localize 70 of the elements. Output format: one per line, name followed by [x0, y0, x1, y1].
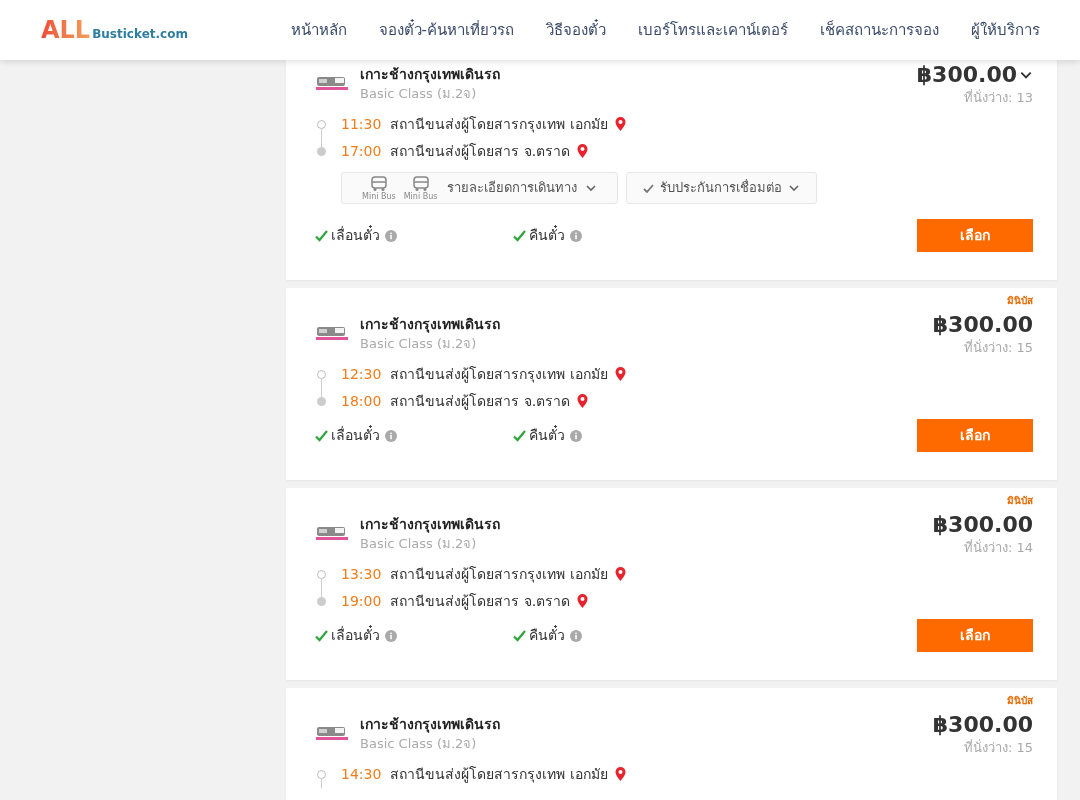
info-icon[interactable]	[570, 629, 582, 642]
connection-guarantee-dropdown[interactable]: รับประกันการเชื่อมต่อ	[626, 172, 818, 204]
info-icon[interactable]	[385, 229, 397, 242]
available-seats: ที่นั่งว่าง: 15	[963, 339, 1033, 357]
info-icon[interactable]	[385, 429, 397, 442]
station-name: สถานีขนส่งผู้โดยสารกรุงเทพ เอกมัย	[390, 565, 608, 585]
connection-guarantee-label: รับประกันการเชื่อมต่อ	[660, 178, 783, 198]
price: ฿300.00	[932, 311, 1033, 339]
bus-class: Basic Class (ม.2จ)	[360, 85, 478, 103]
station-name: สถานีขนส่งผู้โดยสาร จ.ตราด	[390, 392, 571, 412]
bus-class: Basic Class (ม.2จ)	[360, 535, 478, 553]
bus-logo-icon	[315, 75, 349, 93]
feature-label: คืนตั๋ว	[529, 225, 565, 245]
map-pin-icon[interactable]	[576, 393, 590, 410]
operator-name: เกาะช้างกรุงเทพเดินรถ	[360, 715, 500, 734]
station-name: สถานีขนส่งผู้โดยสารกรุงเทพ เอกมัย	[390, 115, 608, 135]
trip-details-dropdown[interactable]: Mini Bus Mini Bus รายละเอียดการเดินทาง	[341, 172, 619, 204]
price: ฿300.00	[932, 711, 1033, 739]
feature-label: เลื่อนตั๋ว	[331, 425, 380, 445]
operator-name: เกาะช้างกรุงเทพเดินรถ	[360, 65, 500, 84]
map-pin-icon[interactable]	[576, 593, 590, 610]
stop-time: 13:30	[341, 565, 382, 584]
bus-class: Basic Class (ม.2จ)	[360, 335, 478, 353]
station-name: สถานีขนส่งผู้โดยสารกรุงเทพ เอกมัย	[390, 365, 608, 385]
station-name: สถานีขนส่งผู้โดยสารกรุงเทพ เอกมัย	[390, 765, 608, 785]
price: ฿300.00	[916, 61, 1017, 89]
nav-link[interactable]: วิธีจองตั๋ว	[546, 18, 606, 42]
available-seats: ที่นั่งว่าง: 14	[963, 539, 1033, 557]
feature-label: คืนตั๋ว	[529, 625, 565, 645]
vehicle-type-label: มินิบัส	[1007, 294, 1033, 308]
stop-time: 17:00	[341, 142, 382, 161]
operator-name: เกาะช้างกรุงเทพเดินรถ	[360, 315, 500, 334]
feature-label: เลื่อนตั๋ว	[331, 225, 380, 245]
stop-time: 11:30	[341, 115, 382, 134]
map-pin-icon[interactable]	[613, 366, 627, 383]
info-icon[interactable]	[385, 629, 397, 642]
vehicle-type-label: มินิบัส	[1007, 494, 1033, 508]
info-icon[interactable]	[570, 429, 582, 442]
nav-link[interactable]: หน้าหลัก	[290, 18, 347, 42]
map-pin-icon[interactable]	[613, 566, 627, 583]
available-seats: ที่นั่งว่าง: 15	[963, 739, 1033, 757]
nav-link[interactable]: เบอร์โทรและเคาน์เตอร์	[638, 18, 788, 42]
map-pin-icon[interactable]	[613, 766, 627, 783]
station-name: สถานีขนส่งผู้โดยสาร จ.ตราด	[390, 592, 571, 612]
map-pin-icon[interactable]	[576, 143, 590, 160]
site-logo[interactable]: ALL Busticket.com	[41, 17, 241, 43]
chevron-down-icon	[788, 182, 801, 194]
map-pin-icon[interactable]	[613, 116, 627, 133]
nav-link[interactable]: ผู้ให้บริการ	[971, 18, 1040, 42]
chevron-down-icon	[585, 182, 598, 194]
info-icon[interactable]	[570, 229, 582, 242]
stop-time: 18:00	[341, 392, 382, 411]
bus-logo-icon	[315, 325, 349, 343]
bus-logo-icon	[315, 725, 349, 743]
stop-time: 12:30	[341, 365, 382, 384]
feature-label: เลื่อนตั๋ว	[331, 625, 380, 645]
available-seats: ที่นั่งว่าง: 13	[963, 89, 1033, 107]
stop-time: 14:30	[341, 765, 382, 784]
nav-link[interactable]: จองตั๋ว-ค้นหาเที่ยวรถ	[378, 18, 514, 42]
feature-label: คืนตั๋ว	[529, 425, 565, 445]
trip-details-label: รายละเอียดการเดินทาง	[447, 179, 578, 198]
check-icon	[643, 182, 655, 194]
price: ฿300.00	[932, 511, 1033, 539]
bus-logo-icon	[315, 525, 349, 543]
bus-class: Basic Class (ม.2จ)	[360, 735, 478, 753]
vehicle-type-label: มินิบัส	[1007, 694, 1033, 708]
nav-link[interactable]: เช็คสถานะการจอง	[820, 18, 939, 42]
station-name: สถานีขนส่งผู้โดยสาร จ.ตราด	[390, 142, 571, 162]
stop-time: 19:00	[341, 592, 382, 611]
operator-name: เกาะช้างกรุงเทพเดินรถ	[360, 515, 500, 534]
